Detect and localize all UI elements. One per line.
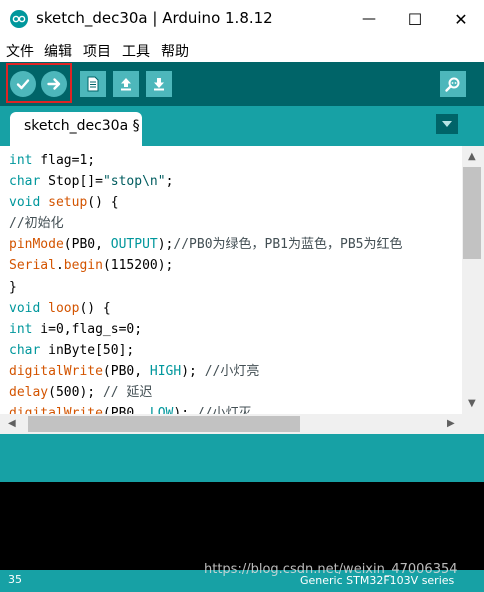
open-sketch-button[interactable] — [113, 71, 139, 97]
horizontal-scroll-thumb[interactable] — [28, 416, 300, 432]
tab-sketch-label: sketch_dec30a § — [24, 118, 140, 134]
code-line: //初始化 — [9, 216, 64, 232]
new-sketch-button[interactable] — [80, 71, 106, 97]
menu-help[interactable]: 帮助 — [161, 41, 189, 61]
code-line: digitalWrite(PB0, LOW); //小灯灭 — [9, 406, 252, 414]
scroll-right-icon[interactable]: ▶ — [447, 418, 455, 429]
status-bar — [0, 434, 484, 482]
console-output[interactable] — [0, 482, 484, 570]
arduino-logo-icon — [10, 10, 28, 28]
close-icon: ✕ — [454, 9, 468, 29]
code-line: Serial.begin(115200); — [9, 258, 174, 274]
maximize-icon: ☐ — [407, 9, 423, 29]
vertical-scroll-thumb[interactable] — [463, 167, 481, 259]
code-line: void setup() { — [9, 195, 119, 211]
menu-sketch[interactable]: 项目 — [83, 41, 111, 61]
new-icon — [87, 76, 99, 92]
maximize-button[interactable]: ☐ — [392, 0, 438, 38]
scroll-left-icon[interactable]: ◀ — [8, 418, 16, 429]
line-number: 35 — [8, 573, 22, 586]
code-line: } — [9, 279, 17, 295]
arduino-ide-window: sketch_dec30a | Arduino 1.8.12 — ☐ ✕ 文件 … — [0, 0, 484, 592]
code-editor[interactable]: int flag=1; char Stop[]="stop\n"; void set… — [0, 146, 462, 414]
save-sketch-button[interactable] — [146, 71, 172, 97]
verify-upload-highlight — [6, 63, 72, 103]
tab-menu-icon — [442, 121, 452, 127]
code-line: pinMode(PB0, OUTPUT);//PB0为绿色，PB1为蓝色，PB5… — [9, 237, 403, 253]
code-line: delay(500); // 延迟 — [9, 385, 153, 401]
code-line: char inByte[50]; — [9, 342, 135, 358]
menu-file[interactable]: 文件 — [6, 41, 34, 61]
menu-tools[interactable]: 工具 — [122, 41, 150, 61]
serial-monitor-icon — [445, 77, 460, 92]
code-line: digitalWrite(PB0, HIGH); //小灯亮 — [9, 363, 260, 379]
toolbar — [0, 62, 484, 106]
menu-bar: 文件 编辑 项目 工具 帮助 — [0, 38, 484, 62]
tab-menu-button[interactable] — [436, 114, 458, 134]
code-line: char Stop[]="stop\n"; — [9, 174, 174, 190]
serial-monitor-button[interactable] — [440, 71, 466, 97]
scroll-up-icon[interactable]: ▲ — [468, 151, 476, 162]
minimize-icon: — — [362, 11, 376, 27]
code-text: int flag=1; char Stop[]="stop\n"; void set… — [9, 150, 402, 414]
scroll-down-icon[interactable]: ▼ — [468, 398, 476, 409]
code-line: int i=0,flag_s=0; — [9, 321, 143, 337]
code-line: int flag=1; — [9, 153, 96, 168]
menu-edit[interactable]: 编辑 — [44, 41, 72, 61]
title-bar: sketch_dec30a | Arduino 1.8.12 — ☐ ✕ — [0, 0, 484, 38]
scrollbar-corner — [462, 414, 484, 434]
minimize-button[interactable]: — — [346, 0, 392, 38]
watermark: https://blog.csdn.net/weixin_47006354 — [204, 562, 458, 577]
close-button[interactable]: ✕ — [438, 0, 484, 38]
window-title: sketch_dec30a | Arduino 1.8.12 — [36, 9, 273, 27]
open-icon — [121, 78, 131, 91]
save-icon — [154, 78, 164, 91]
code-line: void loop() { — [9, 300, 111, 316]
